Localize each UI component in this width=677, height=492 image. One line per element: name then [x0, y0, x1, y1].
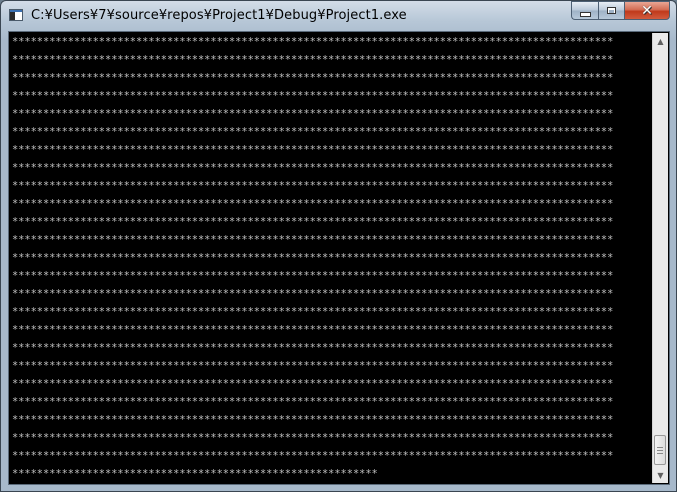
thumb-grip-line: [657, 450, 663, 451]
console-line: ****************************************…: [12, 288, 614, 300]
thumb-grip-line: [657, 453, 663, 454]
title-bar[interactable]: C:¥Users¥7¥source¥repos¥Project1¥Debug¥P…: [1, 1, 676, 31]
maximize-icon: [607, 7, 616, 14]
minimize-button[interactable]: [571, 1, 598, 20]
console-line: ****************************************…: [12, 180, 614, 192]
console-line: ****************************************…: [12, 198, 614, 210]
console-line: ****************************************…: [12, 108, 614, 120]
console-line: ****************************************…: [12, 324, 614, 336]
console-line: ****************************************…: [12, 126, 614, 138]
minimize-icon: [579, 12, 591, 17]
window-title: C:¥Users¥7¥source¥repos¥Project1¥Debug¥P…: [31, 8, 407, 23]
console-output[interactable]: ****************************************…: [10, 33, 652, 483]
console-line: ****************************************…: [12, 72, 614, 84]
console-line: ****************************************…: [12, 54, 614, 66]
caption-buttons: ✕: [571, 1, 670, 21]
console-line: ****************************************…: [12, 306, 614, 318]
close-icon: ✕: [641, 2, 653, 19]
console-line: ****************************************…: [12, 216, 614, 228]
console-app-icon[interactable]: [9, 9, 23, 21]
console-line: ****************************************…: [12, 342, 614, 354]
console-line: ****************************************…: [12, 144, 614, 156]
console-line: ****************************************…: [12, 252, 614, 264]
console-frame: ****************************************…: [8, 31, 670, 485]
maximize-button[interactable]: [598, 1, 624, 20]
console-window: C:¥Users¥7¥source¥repos¥Project1¥Debug¥P…: [0, 0, 677, 492]
thumb-grip-line: [657, 447, 663, 448]
console-line: ****************************************…: [12, 234, 614, 246]
console-line: ****************************************…: [12, 396, 614, 408]
console-line: ****************************************…: [12, 414, 614, 426]
console-line: ****************************************…: [12, 360, 614, 372]
scroll-up-arrow-icon[interactable]: ▲: [653, 33, 668, 49]
console-line: ****************************************…: [12, 270, 614, 282]
console-line: ****************************************…: [12, 378, 614, 390]
console-line: ****************************************…: [12, 162, 614, 174]
console-line: ****************************************…: [12, 90, 614, 102]
console-line: ****************************************…: [12, 36, 614, 48]
console-line: ****************************************…: [12, 450, 614, 462]
console-line: ****************************************…: [12, 432, 614, 444]
close-button[interactable]: ✕: [624, 1, 670, 20]
vertical-scrollbar[interactable]: ▲ ▼: [652, 33, 668, 483]
scrollbar-thumb[interactable]: [654, 435, 666, 465]
scroll-down-arrow-icon[interactable]: ▼: [653, 467, 668, 483]
console-line: ****************************************…: [12, 468, 378, 480]
